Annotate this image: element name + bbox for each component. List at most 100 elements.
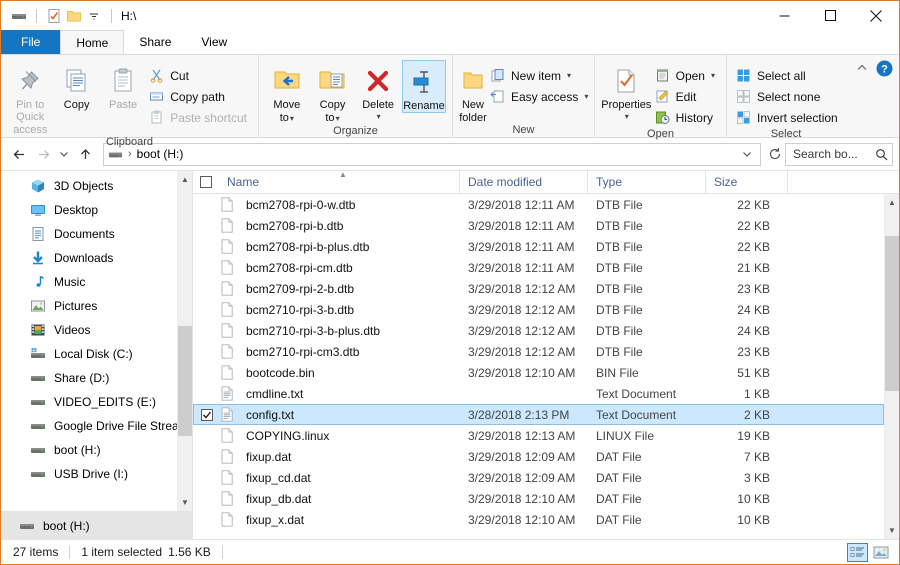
- invert-selection-button[interactable]: Invert selection: [733, 107, 843, 128]
- select-all-button[interactable]: Select all: [733, 65, 843, 86]
- new-folder-button[interactable]: New folder: [459, 60, 487, 124]
- nav-item[interactable]: Videos: [1, 318, 177, 342]
- nav-item[interactable]: Pictures: [1, 294, 177, 318]
- column-header-type[interactable]: Type: [587, 170, 705, 194]
- column-header-name[interactable]: ▲ Name: [219, 169, 459, 194]
- row-checkbox-cell[interactable]: [194, 408, 220, 421]
- search-icon[interactable]: [875, 148, 888, 161]
- open-button[interactable]: Open ▾: [652, 65, 720, 86]
- rename-button[interactable]: Rename: [401, 60, 446, 113]
- cell-type: BIN File: [596, 365, 639, 380]
- column-header-size[interactable]: Size: [705, 170, 787, 194]
- table-row[interactable]: bcm2708-rpi-b.dtb 3/29/2018 12:11 AM DTB F…: [193, 215, 884, 236]
- select-all-checkbox-cell[interactable]: [193, 176, 219, 188]
- table-row[interactable]: fixup_cd.dat 3/29/2018 12:09 AM DAT File 3 …: [193, 467, 884, 488]
- file-scroll-thumb[interactable]: [885, 235, 899, 392]
- row-checkbox[interactable]: [201, 408, 213, 421]
- copy-path-button[interactable]: Copy path: [146, 86, 252, 107]
- nav-item[interactable]: Music: [1, 270, 177, 294]
- select-all-checkbox[interactable]: [200, 176, 212, 188]
- cut-button[interactable]: Cut: [146, 65, 252, 86]
- maximize-icon[interactable]: [807, 1, 853, 30]
- table-row[interactable]: cmdline.txt Text Document 1 KB: [193, 383, 884, 404]
- cell-type: DTB File: [596, 239, 643, 254]
- tab-home[interactable]: Home: [60, 30, 125, 54]
- new-folder-icon[interactable]: [64, 6, 84, 26]
- minimize-icon[interactable]: [761, 1, 807, 30]
- table-row[interactable]: bcm2710-rpi-3-b-plus.dtb 3/29/2018 12:12 …: [193, 320, 884, 341]
- music-icon: [29, 274, 46, 291]
- paste-shortcut-button[interactable]: Paste shortcut: [146, 107, 252, 128]
- select-none-button[interactable]: Select none: [733, 86, 843, 107]
- tab-view[interactable]: View: [186, 30, 243, 54]
- table-row[interactable]: bcm2710-rpi-3-b.dtb 3/29/2018 12:12 AM DTB…: [193, 299, 884, 320]
- select-all-icon: [735, 67, 752, 84]
- customize-qat-dropdown-icon[interactable]: [84, 6, 104, 26]
- history-button[interactable]: History: [652, 107, 720, 128]
- file-name-label: bcm2708-rpi-b.dtb: [246, 218, 344, 233]
- delete-button[interactable]: Delete ▾: [356, 60, 400, 123]
- table-row[interactable]: bcm2709-rpi-2-b.dtb 3/29/2018 12:12 AM DTB…: [193, 278, 884, 299]
- table-row[interactable]: fixup.dat 3/29/2018 12:09 AM DAT File 7 KB: [193, 446, 884, 467]
- details-view-icon[interactable]: [847, 542, 868, 562]
- nav-item[interactable]: 3D Objects: [1, 174, 177, 198]
- cell-type: DAT File: [596, 449, 642, 464]
- tab-share[interactable]: Share: [124, 30, 187, 54]
- move-to-button[interactable]: Move to▾: [265, 60, 309, 125]
- copy-path-icon: [148, 88, 165, 105]
- table-row[interactable]: fixup_x.dat 3/29/2018 12:10 AM DAT File 10 …: [193, 509, 884, 530]
- edit-button[interactable]: Edit: [652, 86, 720, 107]
- sort-ascending-icon: ▲: [339, 169, 347, 179]
- chevron-up-icon[interactable]: [851, 58, 873, 78]
- nav-item[interactable]: Desktop: [1, 198, 177, 222]
- tab-file[interactable]: File: [1, 30, 61, 54]
- column-headers: ▲ Name Date modified Type Size: [193, 169, 899, 194]
- nav-item[interactable]: USB Drive (I:): [1, 462, 177, 486]
- nav-item[interactable]: Share (D:): [1, 366, 177, 390]
- table-row[interactable]: config.txt 3/28/2018 2:13 PM Text Document…: [193, 404, 884, 425]
- nav-scrollbar[interactable]: ▲ ▼: [177, 171, 192, 511]
- file-scroll-up-icon[interactable]: ▲: [885, 194, 899, 211]
- nav-item[interactable]: Google Drive File Stream (: [1, 414, 177, 438]
- properties-button[interactable]: Properties ▾: [601, 60, 652, 123]
- table-row[interactable]: bcm2708-rpi-b-plus.dtb 3/29/2018 12:11 AM…: [193, 236, 884, 257]
- nav-item[interactable]: boot (H:): [1, 438, 177, 462]
- search-input[interactable]: Search bo...: [785, 142, 893, 166]
- nav-scroll-up-icon[interactable]: ▲: [178, 171, 192, 188]
- pin-to-quick-access-button[interactable]: Pin to Quick access: [7, 60, 53, 136]
- easy-access-button[interactable]: Easy access ▾: [487, 86, 593, 107]
- nav-scroll-thumb[interactable]: [178, 325, 192, 436]
- table-row[interactable]: bcm2708-rpi-0-w.dtb 3/29/2018 12:11 AM DTB…: [193, 194, 884, 215]
- file-scrollbar[interactable]: ▲ ▼: [884, 194, 899, 539]
- column-header-date-modified[interactable]: Date modified: [459, 170, 587, 194]
- copy-button[interactable]: Copy: [53, 60, 99, 111]
- nav-item[interactable]: Local Disk (C:): [1, 342, 177, 366]
- large-icons-view-icon[interactable]: [870, 543, 891, 562]
- cell-date-modified: 3/28/2018 2:13 PM: [468, 407, 570, 422]
- copy-to-button[interactable]: Copy to▾: [311, 60, 355, 125]
- new-item-button[interactable]: New item ▾: [487, 65, 593, 86]
- table-row[interactable]: COPYING.linux 3/29/2018 12:13 AM LINUX Fil…: [193, 425, 884, 446]
- navigation-selected-item[interactable]: boot (H:): [1, 511, 192, 539]
- cell-date-modified: 3/29/2018 12:10 AM: [468, 365, 576, 380]
- drive-icon: [9, 6, 29, 26]
- nav-scroll-down-icon[interactable]: ▼: [178, 494, 192, 511]
- nav-scroll-track[interactable]: [178, 188, 192, 494]
- table-row[interactable]: bcm2708-rpi-cm.dtb 3/29/2018 12:11 AM DTB …: [193, 257, 884, 278]
- nav-item[interactable]: Documents: [1, 222, 177, 246]
- nav-item[interactable]: VIDEO_EDITS (E:): [1, 390, 177, 414]
- table-row[interactable]: bootcode.bin 3/29/2018 12:10 AM BIN File 51…: [193, 362, 884, 383]
- cell-type: DTB File: [596, 323, 643, 338]
- file-scroll-track[interactable]: [885, 211, 899, 522]
- chevron-down-icon[interactable]: [738, 144, 756, 165]
- nav-item[interactable]: Downloads: [1, 246, 177, 270]
- table-row[interactable]: fixup_db.dat 3/29/2018 12:10 AM DAT File 10…: [193, 488, 884, 509]
- properties-icon[interactable]: [44, 6, 64, 26]
- table-row[interactable]: bcm2710-rpi-cm3.dtb 3/29/2018 12:12 AM DTB…: [193, 341, 884, 362]
- file-scroll-down-icon[interactable]: ▼: [885, 522, 899, 539]
- close-icon[interactable]: [853, 1, 899, 30]
- paste-button[interactable]: Paste: [100, 60, 146, 111]
- refresh-icon[interactable]: [765, 144, 785, 165]
- file-icon: [220, 491, 240, 506]
- help-icon[interactable]: ?: [873, 58, 895, 78]
